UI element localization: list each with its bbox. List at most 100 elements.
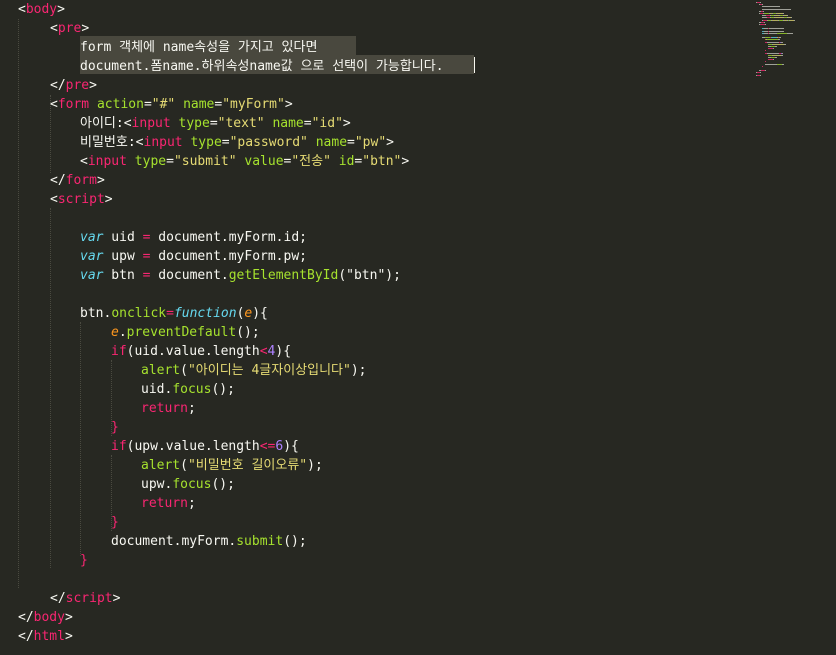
code-token: document.myForm.pw; — [150, 249, 307, 264]
minimap-line — [769, 28, 784, 30]
minimap-line — [787, 15, 788, 17]
minimap-line — [766, 41, 780, 43]
minimap-line — [772, 54, 782, 56]
code-token: submit — [236, 534, 284, 549]
code-token: < — [259, 344, 268, 359]
code-token: < — [50, 192, 58, 207]
code-token: var — [80, 249, 104, 264]
code-token: > — [401, 154, 410, 169]
minimap-line — [766, 52, 780, 54]
code-token: "id" — [311, 116, 343, 131]
code-line: </script> — [50, 589, 120, 608]
code-token: document.폼name.하위속성name값 으로 선택이 가능합니다. — [80, 59, 444, 74]
code-token: form — [57, 97, 90, 112]
code-token: } — [80, 553, 88, 568]
code-token: preventDefault — [126, 325, 237, 340]
code-token: > — [386, 135, 394, 150]
code-token: e — [111, 325, 119, 340]
minimap-line — [765, 61, 767, 63]
code-token: </ — [50, 78, 66, 93]
code-token: var — [80, 268, 104, 283]
code-token: < — [50, 97, 58, 112]
code-token: uid — [103, 230, 143, 245]
code-token: "text" — [217, 116, 265, 131]
code-line: document.myForm.submit(); — [111, 532, 307, 551]
code-token: uid. — [141, 382, 173, 397]
minimap-line — [793, 19, 795, 21]
code-token: form — [65, 173, 97, 188]
code-editor[interactable]: < body > <pre> form 객체에 name속성을 가지고 있다면 docum… — [0, 0, 740, 655]
minimap-line — [762, 65, 763, 67]
minimap-line — [772, 48, 774, 50]
code-token: alert — [141, 458, 181, 473]
minimap-line — [781, 41, 783, 43]
code-token: "#" — [151, 97, 176, 112]
indent-guide — [80, 322, 81, 556]
indent-guide — [50, 208, 51, 568]
code-line: </html> — [18, 627, 73, 646]
code-token: = — [303, 116, 312, 131]
code-token: html — [33, 629, 65, 644]
code-token: "submit" — [173, 154, 237, 169]
code-line: alert("비밀번호 길이오류"); — [141, 456, 323, 475]
code-line: <pre> — [50, 19, 89, 38]
code-token: type — [190, 135, 222, 150]
code-line: return; — [141, 399, 196, 418]
minimap[interactable] — [754, 0, 836, 80]
code-token: body — [33, 610, 65, 625]
code-token: value — [244, 154, 284, 169]
code-token: 비밀번호:< — [80, 135, 144, 150]
code-token: < — [80, 154, 88, 169]
code-token: form 객체에 name속성을 가지고 있다면 — [80, 40, 318, 55]
code-token: upw — [103, 249, 143, 264]
code-token: name — [183, 97, 215, 112]
minimap-line — [787, 32, 793, 34]
code-token: id — [338, 154, 355, 169]
minimap-line — [760, 74, 762, 76]
code-line: <script> — [50, 190, 113, 209]
code-line: </pre> — [50, 76, 97, 95]
code-token: btn — [103, 268, 143, 283]
code-line: e.preventDefault(); — [111, 323, 260, 342]
code-token: ){ — [275, 344, 292, 359]
code-token: type — [178, 116, 210, 131]
code-token: document.myForm. — [111, 534, 237, 549]
code-line: var upw = document.myForm.pw; — [80, 247, 307, 266]
minimap-line — [784, 43, 786, 45]
code-line: var uid = document.myForm.id; — [80, 228, 307, 247]
code-line: if(uid.value.length<4){ — [111, 342, 291, 361]
code-token: script — [65, 591, 113, 606]
minimap-line — [774, 57, 778, 58]
code-token: > — [89, 78, 97, 93]
code-token: ); — [307, 458, 323, 473]
code-line: </form> — [50, 171, 105, 190]
code-token: ){ — [252, 306, 268, 321]
minimap-line — [790, 17, 792, 19]
code-token: input — [87, 154, 127, 169]
code-token: getElementById — [228, 268, 339, 283]
code-token: script — [57, 192, 105, 207]
code-token: ; — [187, 496, 196, 511]
code-line: } — [111, 418, 119, 437]
minimap-line — [767, 39, 778, 41]
code-token: > — [64, 629, 73, 644]
code-line: <form action="#" name="myForm"> — [50, 95, 293, 114]
code-token: </ — [18, 629, 34, 644]
minimap-line — [762, 10, 764, 12]
code-token: input — [143, 135, 183, 150]
code-token: > — [57, 2, 65, 17]
code-line: document.폼name.하위속성name값 으로 선택이 가능합니다. — [80, 57, 444, 76]
minimap-line — [777, 39, 780, 41]
minimap-line — [769, 32, 777, 34]
minimap-line — [774, 46, 778, 47]
minimap-line — [759, 2, 761, 3]
code-token: } — [111, 515, 119, 530]
code-line: if(upw.value.length<=6){ — [111, 437, 299, 456]
code-token: </ — [18, 610, 34, 625]
minimap-line — [762, 8, 791, 10]
code-line: form 객체에 name속성을 가지고 있다면 — [80, 38, 317, 57]
